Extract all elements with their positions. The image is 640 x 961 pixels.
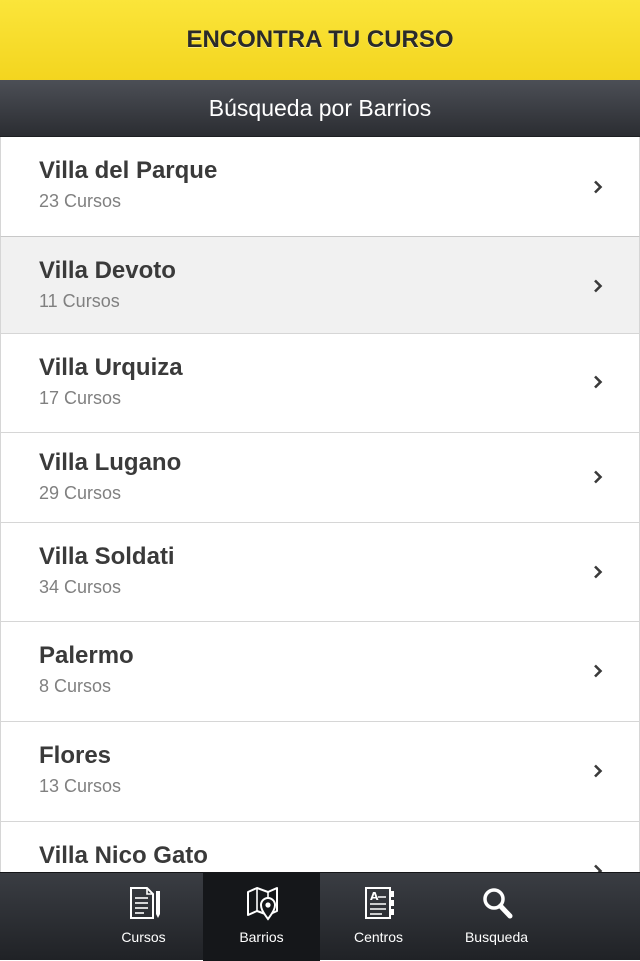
- list-item-title: Villa Devoto: [39, 257, 176, 284]
- tab-label: Centros: [353, 929, 404, 945]
- list-item-villa-nico-gato[interactable]: Villa Nico Gato: [0, 822, 640, 872]
- search-icon: [483, 888, 513, 919]
- svg-text:A: A: [370, 890, 379, 903]
- chevron-right-icon: [594, 664, 603, 678]
- list-item-villa-del-parque[interactable]: Villa del Parque 23 Cursos: [0, 137, 640, 237]
- tab-centros[interactable]: A Centros: [320, 873, 437, 961]
- tab-busqueda[interactable]: Busqueda: [438, 873, 555, 961]
- list-item-flores[interactable]: Flores 13 Cursos: [0, 722, 640, 822]
- list-item-title: Villa Nico Gato: [39, 842, 208, 869]
- barrios-list: Villa del Parque 23 Cursos Villa Devoto …: [0, 137, 640, 872]
- list-item-count: 29 Cursos: [39, 483, 122, 503]
- tab-label: Busqueda: [464, 929, 529, 945]
- document-pencil-icon: [130, 887, 160, 919]
- chevron-right-icon: [594, 764, 603, 778]
- tab-barrios[interactable]: Barrios: [203, 873, 320, 961]
- list-item-count: 13 Cursos: [39, 776, 122, 796]
- app-header: ENCONTRA TU CURSO: [0, 0, 640, 80]
- tab-label: Cursos: [121, 929, 166, 945]
- list-item-title: Palermo: [39, 642, 134, 669]
- chevron-right-icon: [594, 470, 603, 484]
- list-item-title: Villa del Parque: [39, 157, 218, 184]
- section-header: Búsqueda por Barrios: [0, 80, 640, 137]
- address-book-icon: A: [365, 887, 394, 919]
- list-item-villa-soldati[interactable]: Villa Soldati 34 Cursos: [0, 523, 640, 622]
- list-item-villa-devoto[interactable]: Villa Devoto 11 Cursos: [0, 236, 640, 334]
- list-item-count: 17 Cursos: [39, 388, 122, 408]
- list-item-title: Flores: [39, 742, 112, 769]
- list-item-title: Villa Urquiza: [39, 354, 183, 381]
- list-item-count: 8 Cursos: [39, 676, 112, 696]
- tab-cursos[interactable]: Cursos: [85, 873, 202, 961]
- list-item-count: 11 Cursos: [39, 291, 120, 311]
- list-item-villa-lugano[interactable]: Villa Lugano 29 Cursos: [0, 433, 640, 523]
- app-title: ENCONTRA TU CURSO: [186, 26, 454, 53]
- list-item-count: 23 Cursos: [39, 191, 122, 211]
- chevron-right-icon: [594, 864, 603, 872]
- chevron-right-icon: [594, 180, 603, 194]
- list-item-title: Villa Soldati: [39, 543, 175, 570]
- list-item-title: Villa Lugano: [39, 449, 182, 476]
- section-title: Búsqueda por Barrios: [208, 94, 432, 121]
- list-item-villa-urquiza[interactable]: Villa Urquiza 17 Cursos: [0, 334, 640, 433]
- chevron-right-icon: [594, 279, 603, 293]
- list-item-count: 34 Cursos: [39, 577, 122, 597]
- chevron-right-icon: [594, 375, 603, 389]
- chevron-right-icon: [594, 565, 603, 579]
- map-pin-icon: [247, 887, 278, 921]
- tab-label: Barrios: [239, 929, 284, 945]
- tab-bar: Cursos Barrios A Centros Busqueda: [0, 872, 640, 961]
- list-item-palermo[interactable]: Palermo 8 Cursos: [0, 622, 640, 722]
